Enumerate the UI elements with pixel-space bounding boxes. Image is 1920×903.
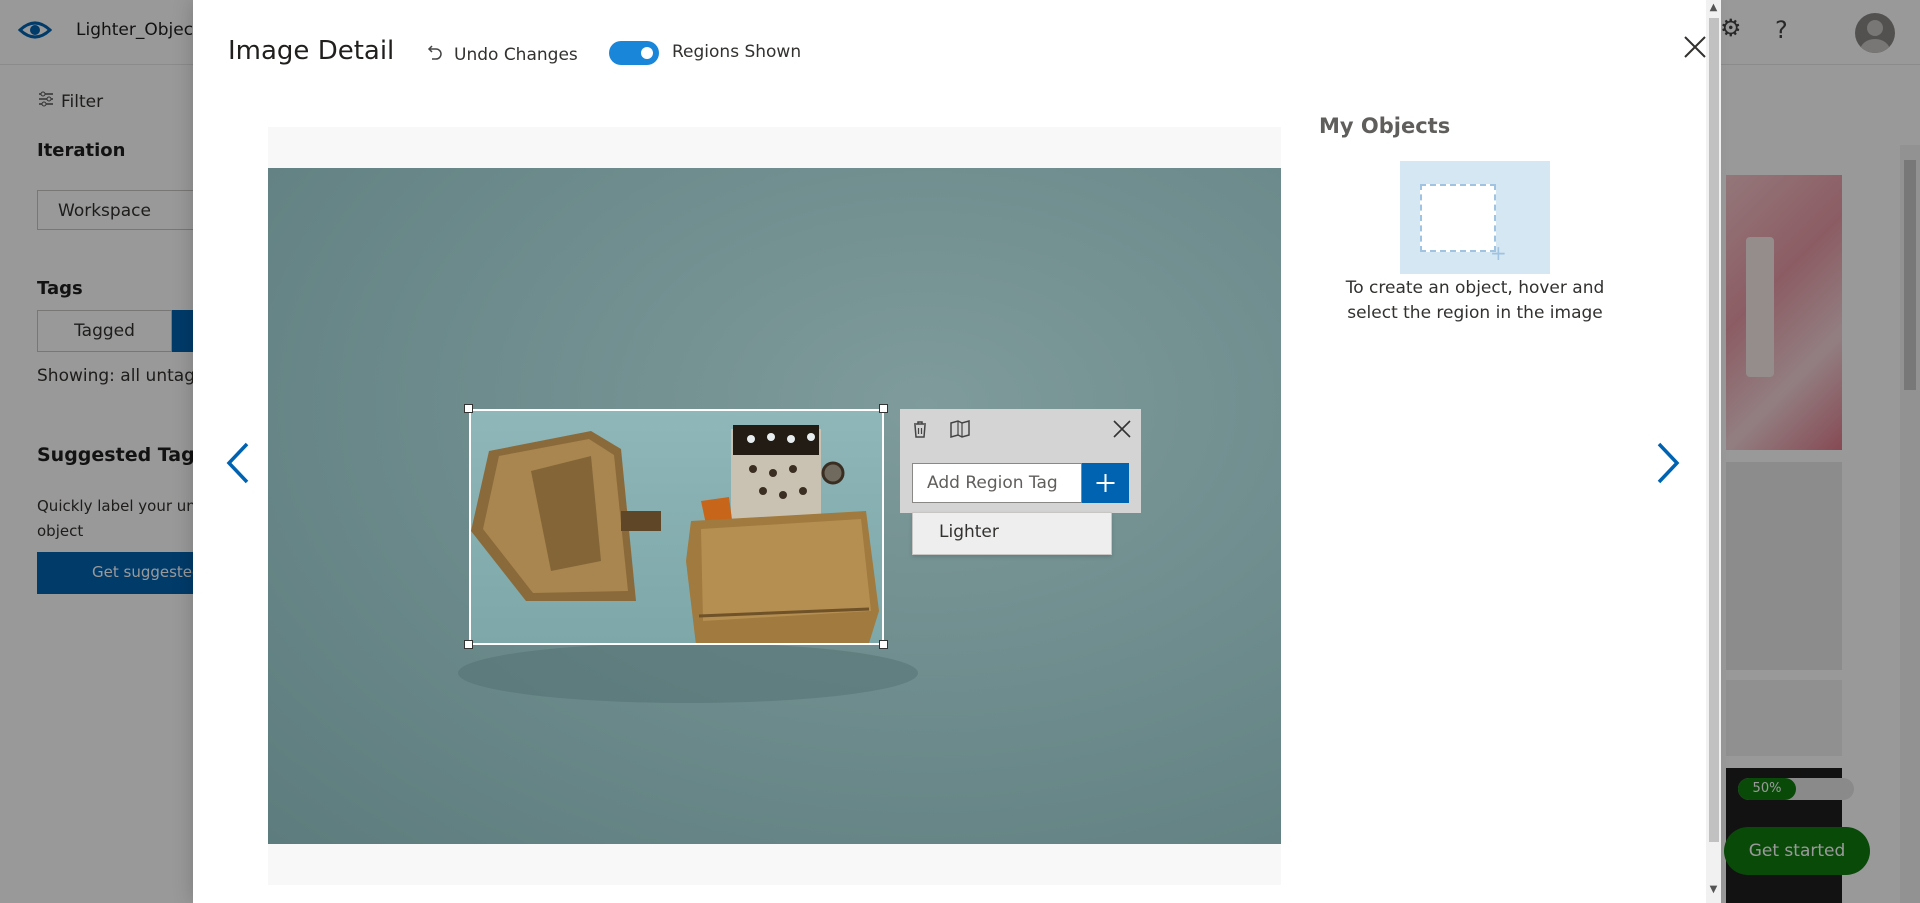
tag-suggestions-menu: Lighter bbox=[912, 512, 1112, 555]
region-tag-input-wrapper bbox=[912, 463, 1082, 503]
plus-icon: + bbox=[1490, 241, 1507, 265]
region-tag-input[interactable] bbox=[913, 464, 1081, 502]
resize-handle-top-left[interactable] bbox=[464, 404, 473, 413]
dialog-scrollbar-thumb[interactable] bbox=[1709, 18, 1719, 842]
plus-icon bbox=[1096, 474, 1115, 492]
create-object-illustration: + bbox=[1400, 161, 1550, 274]
lighter-image bbox=[471, 425, 879, 643]
add-region-tag-button[interactable] bbox=[1082, 463, 1129, 503]
close-popup-icon[interactable] bbox=[1112, 419, 1132, 439]
regions-toggle-label: Regions Shown bbox=[672, 42, 802, 62]
my-objects-hint: To create an object, hover and select th… bbox=[1345, 278, 1605, 323]
scroll-down-arrow-icon[interactable]: ▼ bbox=[1706, 884, 1721, 898]
scroll-up-arrow-icon[interactable]: ▲ bbox=[1706, 2, 1721, 16]
dialog-title: Image Detail bbox=[228, 36, 395, 66]
toggle-knob bbox=[641, 47, 653, 59]
resize-handle-top-right[interactable] bbox=[879, 404, 888, 413]
undo-icon bbox=[426, 42, 444, 67]
my-objects-heading: My Objects bbox=[1319, 114, 1451, 138]
region-tag-popup bbox=[900, 409, 1141, 513]
close-icon[interactable] bbox=[1682, 34, 1708, 60]
undo-label: Undo Changes bbox=[454, 44, 578, 65]
resize-handle-bottom-left[interactable] bbox=[464, 640, 473, 649]
delete-region-icon[interactable] bbox=[910, 419, 930, 439]
tag-suggestion-item[interactable]: Lighter bbox=[913, 513, 1113, 556]
regions-toggle[interactable] bbox=[609, 41, 659, 65]
previous-image-arrow[interactable] bbox=[223, 440, 253, 486]
crop-region-icon[interactable] bbox=[949, 419, 971, 439]
undo-changes-button[interactable]: Undo Changes bbox=[426, 42, 578, 67]
resize-handle-bottom-right[interactable] bbox=[879, 640, 888, 649]
image-detail-dialog: Image Detail Undo Changes Regions Shown bbox=[193, 0, 1721, 903]
next-image-arrow[interactable] bbox=[1653, 440, 1683, 486]
selected-region[interactable] bbox=[469, 409, 884, 645]
